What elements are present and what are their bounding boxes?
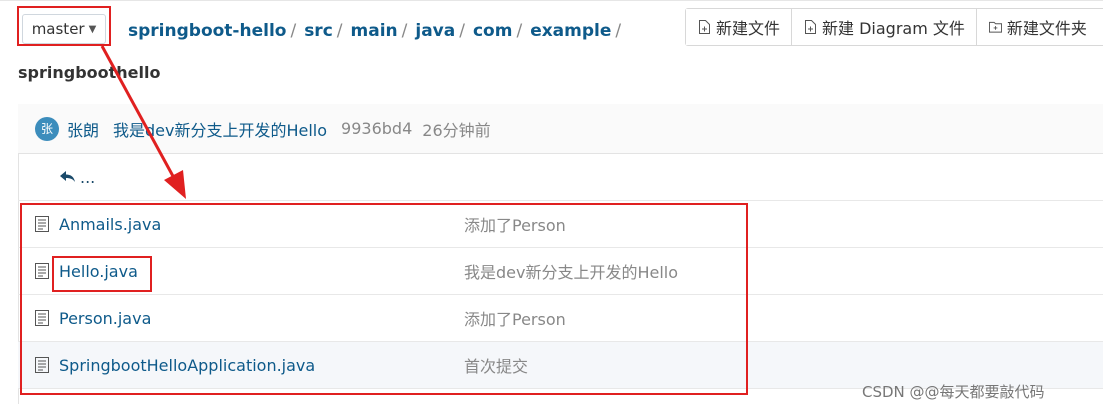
- parent-link[interactable]: ...: [80, 168, 95, 187]
- new-file-label: 新建文件: [716, 19, 781, 38]
- breadcrumb-separator: /: [401, 21, 408, 41]
- breadcrumb-example[interactable]: example: [530, 21, 611, 41]
- breadcrumb-separator: /: [615, 21, 622, 41]
- back-arrow-icon: [60, 171, 75, 182]
- breadcrumb-separator: /: [516, 21, 523, 41]
- folder-title: springboothello: [18, 63, 161, 82]
- diagram-file-icon: [805, 20, 817, 34]
- top-divider: [0, 0, 1103, 1]
- commit-message[interactable]: 我是dev新分支上开发的Hello: [113, 117, 327, 141]
- breadcrumb-src[interactable]: src: [304, 21, 333, 41]
- commit-time: 26分钟前: [422, 120, 491, 140]
- breadcrumb-separator: /: [336, 21, 343, 41]
- new-file-button[interactable]: 新建文件: [686, 9, 793, 45]
- breadcrumb-separator: /: [459, 21, 465, 41]
- new-folder-button[interactable]: 新建文件夹: [976, 9, 1098, 45]
- breadcrumb-separator: /: [290, 21, 297, 41]
- parent-directory-row[interactable]: ...: [18, 154, 1103, 201]
- new-diagram-button[interactable]: 新建 Diagram 文件: [792, 9, 977, 45]
- breadcrumb-java[interactable]: java: [415, 21, 455, 41]
- breadcrumb-main[interactable]: main: [351, 21, 398, 41]
- new-file-icon: [699, 20, 710, 34]
- commit-sha[interactable]: 9936bd4: [341, 119, 412, 138]
- annotation-box-branch: [17, 6, 111, 46]
- file-toolbar: 新建文件 新建 Diagram 文件 新建文件夹: [685, 8, 1103, 46]
- breadcrumb-com[interactable]: com: [473, 21, 512, 41]
- breadcrumb: springboot-hello / src / main / java / com / …: [128, 18, 629, 44]
- annotation-box-hello-file: [52, 256, 152, 292]
- avatar[interactable]: 张: [35, 116, 59, 141]
- new-diagram-label: 新建 Diagram 文件: [822, 19, 965, 38]
- new-folder-label: 新建文件夹: [1006, 19, 1087, 38]
- commit-author[interactable]: 张朗: [67, 117, 99, 141]
- annotation-box-file-list: [20, 203, 748, 395]
- new-folder-icon: [988, 21, 1002, 33]
- breadcrumb-repo[interactable]: springboot-hello: [128, 21, 286, 41]
- watermark: CSDN @@每天都要敲代码: [862, 383, 1045, 401]
- latest-commit-bar: 张 张朗 我是dev新分支上开发的Hello 9936bd4 26分钟前: [18, 104, 1103, 154]
